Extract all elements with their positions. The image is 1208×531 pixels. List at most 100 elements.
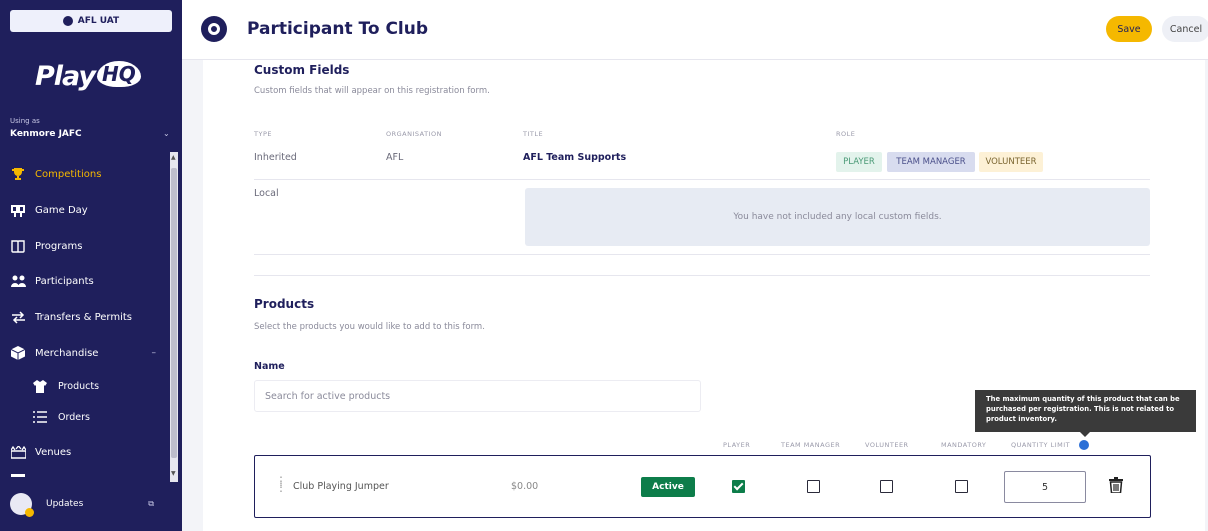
tooltip-line: The maximum quantity of this product tha… [986,395,1180,403]
sidebar-item-label: Programs [35,240,83,252]
inherited-title: AFL Team Supports [523,152,627,163]
drag-handle-icon[interactable]: ⋮ ⋮ [275,475,287,493]
sidebar-item-label: Orders [58,411,90,423]
section-divider [254,275,1150,276]
trash-icon[interactable] [1109,477,1123,494]
chevron-down-icon[interactable]: ⌄ [163,129,170,138]
sidebar-item-programs[interactable]: Programs [0,229,170,263]
sidebar-item-label: Products [58,380,100,392]
search-placeholder: Search for active products [265,390,391,402]
sidebar-item-label: Transfers & Permits [35,311,132,323]
sidebar-item-label: Venues [35,446,72,458]
empty-custom-fields-message: You have not included any local custom f… [525,188,1150,246]
scrollbar-thumb[interactable] [171,168,177,458]
product-price: $0.00 [511,481,539,492]
environment-label: AFL UAT [77,16,120,26]
sidebar-item-partial [0,469,170,483]
sidebar-item-label: Game Day [35,204,88,216]
updates-avatar-icon [10,493,34,517]
sidebar-item-participants[interactable]: Participants [0,264,170,298]
quantity-limit-input[interactable]: 5 [1004,471,1086,503]
trophy-icon [10,167,26,181]
team-manager-checkbox[interactable] [807,480,820,493]
local-type-label: Local [254,188,279,199]
column-header-quantity-limit: QUANTITY LIMIT [1011,441,1071,449]
row-divider [254,254,1150,255]
box-icon [10,346,26,360]
menu-icon [10,469,26,483]
volunteer-checkbox[interactable] [880,480,893,493]
column-header-role: ROLE [836,130,856,138]
page-title: Participant To Club [247,19,429,39]
sidebar-item-label: Merchandise [35,347,99,359]
sidebar-item-label: Participants [35,275,94,287]
tooltip-arrow [1080,432,1090,437]
logo-hq-text: HQ [97,61,141,87]
sidebar-item-merchandise[interactable]: Merchandise – [0,336,170,370]
organisation-selector[interactable]: Kenmore JAFC [10,129,82,139]
stadium-icon [10,445,26,459]
sidebar-item-venues[interactable]: Venues [0,435,170,469]
inherited-organisation: AFL [386,152,404,163]
people-icon [10,274,26,288]
transfer-icon [10,310,26,324]
sidebar-item-competitions[interactable]: Competitions [0,157,170,191]
inherited-type: Inherited [254,152,297,163]
updates-button[interactable]: Updates ⧉ [0,486,182,522]
environment-icon [62,16,73,26]
role-badge-volunteer: VOLUNTEER [979,152,1043,172]
environment-badge[interactable]: AFL UAT [10,10,172,32]
app-frame: AFL UAT Play HQ Using as Kenmore JAFC ⌄ … [0,0,1208,531]
list-icon [32,410,48,424]
products-title: Products [254,297,315,311]
product-row: ⋮ ⋮ Club Playing Jumper $0.00 Active 5 [254,455,1151,518]
tooltip-line: product inventory. [986,415,1057,423]
using-as-label: Using as [10,117,40,125]
column-header-type: TYPE [254,130,272,138]
status-badge: Active [641,477,695,497]
external-link-icon: ⧉ [148,499,154,508]
empty-message-text: You have not included any local custom f… [733,212,942,222]
playhq-logo[interactable]: Play HQ [35,56,141,96]
column-header-organisation: ORGANISATION [386,130,442,138]
name-field-label: Name [254,361,285,372]
info-icon[interactable] [1079,440,1089,450]
player-checkbox[interactable] [732,480,745,493]
page-header: Participant To Club Save Cancel [182,0,1208,60]
save-button[interactable]: Save [1106,16,1152,42]
products-subtitle: Select the products you would like to ad… [254,322,485,332]
gear-icon [201,16,227,42]
sidebar-item-game-day[interactable]: Game Day [0,193,170,227]
form-card: Custom Fields Custom fields that will ap… [203,60,1205,531]
sidebar-item-products[interactable]: Products [0,371,170,401]
updates-label: Updates [46,499,84,509]
collapse-icon[interactable]: – [152,348,157,358]
column-header-volunteer: VOLUNTEER [865,441,909,449]
logo-play-text: Play [35,60,96,92]
product-name: Club Playing Jumper [293,481,389,492]
scroll-down-icon[interactable]: ▼ [171,470,176,477]
book-icon [10,239,26,253]
row-divider [254,179,1150,180]
role-badge-player: PLAYER [836,152,882,172]
column-header-player: PLAYER [723,441,751,449]
product-search-input[interactable]: Search for active products [254,380,701,412]
sidebar-item-orders[interactable]: Orders [0,402,170,432]
sidebar-item-transfers-permits[interactable]: Transfers & Permits [0,300,170,334]
sidebar-item-label: Competitions [35,168,102,180]
cancel-button[interactable]: Cancel [1162,16,1208,42]
role-badge-team-manager: TEAM MANAGER [887,152,975,172]
quantity-limit-tooltip: The maximum quantity of this product tha… [975,390,1196,432]
column-header-title: TITLE [523,130,544,138]
column-header-team-manager: TEAM MANAGER [781,441,841,449]
mandatory-checkbox[interactable] [955,480,968,493]
scroll-up-icon[interactable]: ▲ [171,154,176,161]
sidebar: AFL UAT Play HQ Using as Kenmore JAFC ⌄ … [0,0,182,531]
custom-fields-subtitle: Custom fields that will appear on this r… [254,86,490,96]
custom-fields-title: Custom Fields [254,63,350,77]
sidebar-scrollbar[interactable]: ▲ ▼ [170,152,178,482]
column-header-mandatory: MANDATORY [941,441,987,449]
scoreboard-icon [10,203,26,217]
tooltip-line: purchased per registration. This is not … [986,405,1174,413]
shirt-icon [32,379,48,393]
